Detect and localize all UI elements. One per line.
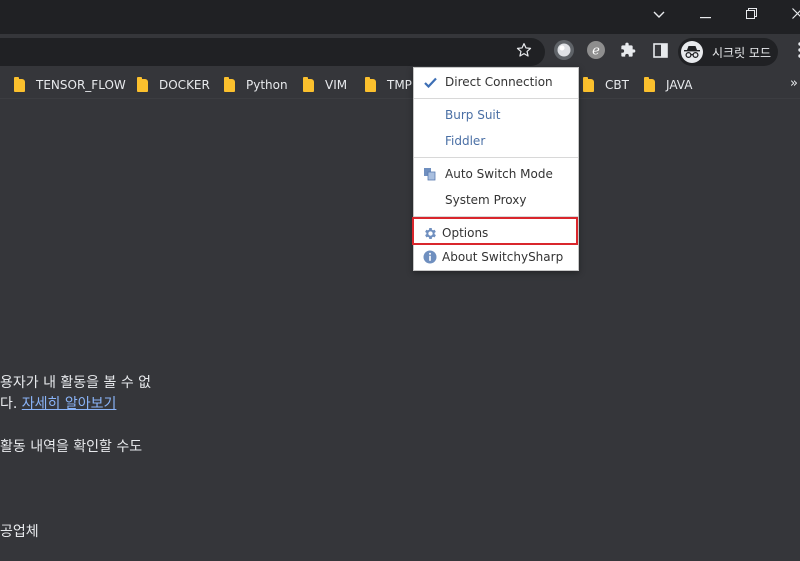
- menu-item-label: Fiddler: [445, 134, 486, 148]
- bookmark-label: VIM: [325, 78, 348, 92]
- menu-item-label: Options: [442, 226, 489, 240]
- bookmark-label: CBT: [605, 78, 629, 92]
- auto-switch-icon: [422, 166, 438, 182]
- title-bar: [0, 0, 800, 34]
- menu-divider: [414, 98, 578, 99]
- bookmark-label: Python: [246, 78, 288, 92]
- bookmark-folder[interactable]: DOCKER: [137, 76, 210, 94]
- bookmark-folder[interactable]: CBT: [583, 76, 629, 94]
- incognito-profile-button[interactable]: 시크릿 모드: [678, 38, 778, 66]
- folder-icon: [224, 76, 235, 92]
- close-window-button[interactable]: [774, 0, 800, 30]
- folder-icon: [644, 76, 655, 92]
- menu-item-auto-switch-mode[interactable]: Auto Switch Mode: [414, 162, 578, 186]
- incognito-icon: [681, 41, 703, 63]
- folder-icon: [303, 76, 314, 92]
- menu-item-direct-connection[interactable]: Direct Connection: [414, 70, 578, 94]
- switchysharp-popup-menu: Direct Connection Burp Suit Fiddler Auto…: [412, 67, 579, 271]
- bookmark-folder[interactable]: JAVA: [644, 76, 692, 94]
- menu-divider: [414, 157, 578, 158]
- menu-item-options[interactable]: Options: [414, 221, 578, 245]
- folder-icon: [137, 76, 148, 92]
- close-icon: [791, 7, 800, 23]
- chevron-down-icon: [653, 7, 665, 23]
- script-e-icon: e: [586, 40, 606, 64]
- menu-item-proxy-fiddler[interactable]: Fiddler: [414, 129, 578, 153]
- bookmark-folder[interactable]: TMP: [365, 76, 412, 94]
- incognito-description-line1: 용자가 내 활동을 볼 수 없: [0, 375, 152, 391]
- folder-icon: [583, 76, 594, 92]
- restore-button[interactable]: [728, 0, 774, 30]
- checkmark-icon: [422, 74, 438, 90]
- side-panel-button[interactable]: [648, 40, 672, 64]
- switchysharp-extension-button[interactable]: [552, 40, 576, 64]
- extensions-button[interactable]: [616, 40, 640, 64]
- folder-icon: [14, 76, 25, 92]
- minimize-button[interactable]: [682, 0, 728, 30]
- menu-item-label: Burp Suit: [445, 108, 501, 122]
- bookmark-star-button[interactable]: [512, 40, 536, 64]
- gear-icon: [422, 225, 438, 241]
- chrome-menu-button[interactable]: [788, 40, 800, 64]
- bookmarks-bar: TENSOR_FLOW DOCKER Python VIM TMP CBT JA…: [0, 70, 800, 99]
- incognito-description-line3: 활동 내역을 확인할 수도: [0, 439, 143, 455]
- learn-more-link[interactable]: 자세히 알아보기: [22, 396, 117, 412]
- menu-item-label: System Proxy: [445, 193, 527, 207]
- address-bar[interactable]: [0, 38, 545, 66]
- incognito-description-line4: 공업체: [0, 524, 39, 540]
- star-icon: [516, 42, 532, 62]
- toolbar: e 시크릿 모드: [0, 34, 800, 70]
- menu-item-label: Direct Connection: [445, 75, 553, 89]
- bookmark-label: DOCKER: [159, 78, 210, 92]
- info-icon: [422, 249, 438, 265]
- restore-icon: [745, 7, 757, 23]
- side-panel-icon: [652, 42, 668, 62]
- bookmark-label: TENSOR_FLOW: [36, 78, 126, 92]
- menu-item-proxy-burp-suit[interactable]: Burp Suit: [414, 103, 578, 127]
- puzzle-icon: [620, 42, 636, 62]
- menu-item-about[interactable]: About SwitchySharp: [414, 245, 578, 269]
- globe-icon: [553, 39, 575, 65]
- bookmark-folder[interactable]: VIM: [303, 76, 347, 94]
- tab-search-button[interactable]: [636, 0, 682, 30]
- menu-item-label: Auto Switch Mode: [445, 167, 553, 181]
- extension-e-button[interactable]: e: [584, 40, 608, 64]
- bookmark-folder[interactable]: TENSOR_FLOW: [14, 76, 126, 94]
- folder-icon: [365, 76, 376, 92]
- page-content: 용자가 내 활동을 볼 수 없 다. 자세히 알아보기 활동 내역을 확인할 수…: [0, 99, 800, 561]
- svg-text:e: e: [592, 44, 600, 59]
- bookmark-label: TMP: [387, 78, 412, 92]
- profile-label: 시크릿 모드: [712, 45, 772, 60]
- bookmarks-overflow-button[interactable]: »: [790, 76, 798, 91]
- incognito-description-line2: 다. 자세히 알아보기: [0, 393, 116, 413]
- bookmark-label: JAVA: [666, 78, 693, 92]
- bookmark-folder[interactable]: Python: [224, 76, 288, 94]
- line2-prefix: 다.: [0, 396, 18, 412]
- menu-item-label: About SwitchySharp: [442, 250, 564, 264]
- menu-item-system-proxy[interactable]: System Proxy: [414, 188, 578, 212]
- minimize-icon: [699, 7, 711, 23]
